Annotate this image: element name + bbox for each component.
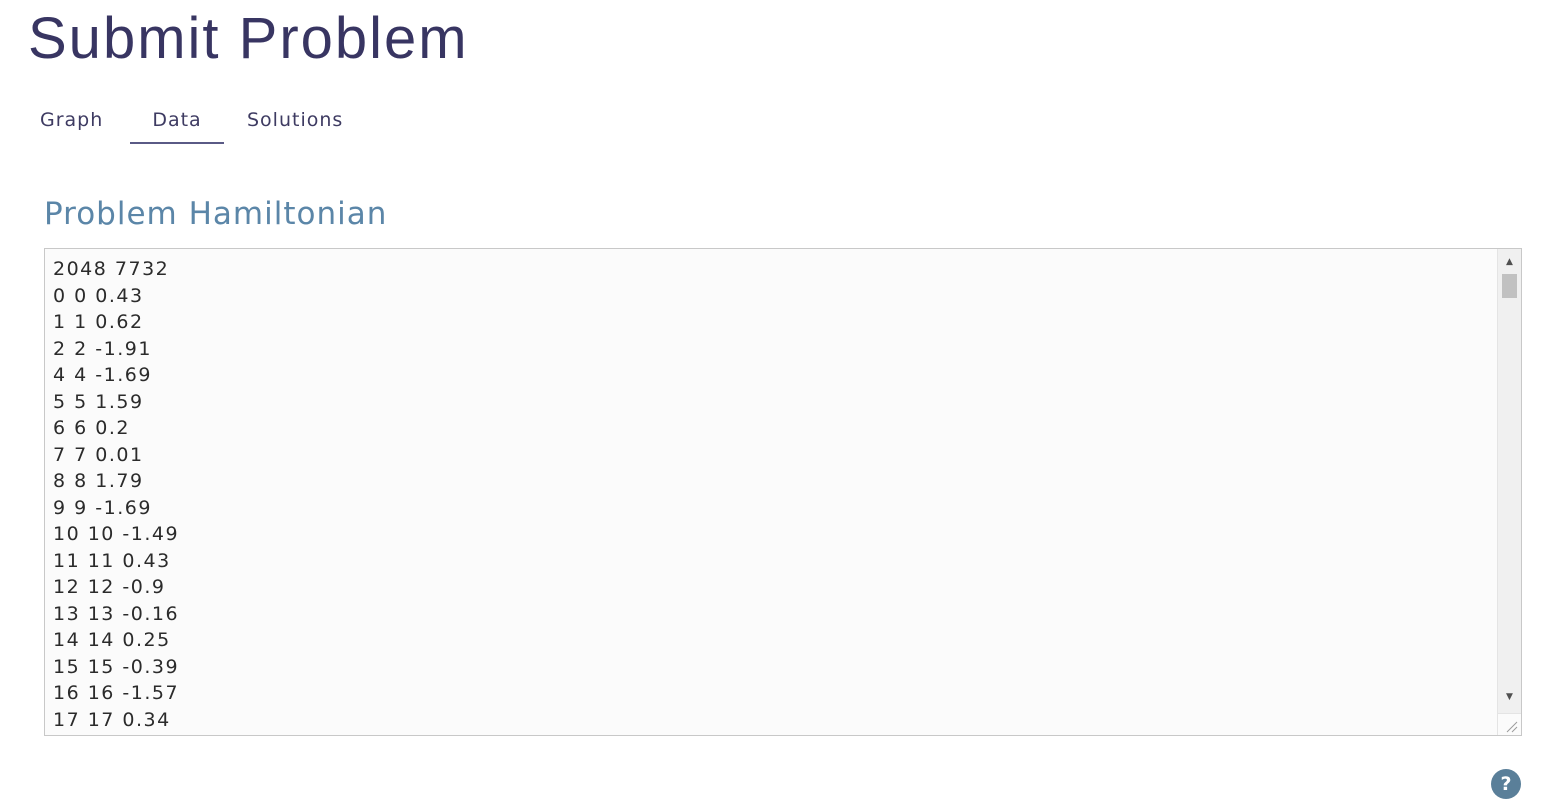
scroll-thumb[interactable] [1502, 274, 1517, 298]
resize-handle-icon[interactable] [1497, 713, 1521, 735]
section-title: Problem Hamiltonian [44, 196, 388, 232]
tab-bar: Graph Data Solutions [28, 98, 350, 146]
help-button[interactable]: ? [1491, 769, 1521, 799]
vertical-scrollbar[interactable]: ▲ ▼ [1497, 249, 1521, 713]
scroll-down-arrow-icon[interactable]: ▼ [1498, 687, 1521, 707]
tab-data[interactable]: Data [130, 98, 224, 144]
tab-solutions[interactable]: Solutions [224, 98, 350, 144]
submit-problem-page: Submit Problem Graph Data Solutions Prob… [0, 0, 1555, 811]
page-title: Submit Problem [28, 6, 469, 71]
scroll-up-arrow-icon[interactable]: ▲ [1498, 252, 1521, 272]
hamiltonian-editor: 2048 7732 0 0 0.43 1 1 0.62 2 2 -1.91 4 … [44, 248, 1522, 736]
tab-graph[interactable]: Graph [28, 98, 130, 144]
hamiltonian-textarea[interactable]: 2048 7732 0 0 0.43 1 1 0.62 2 2 -1.91 4 … [45, 249, 1497, 735]
help-icon: ? [1500, 773, 1512, 795]
